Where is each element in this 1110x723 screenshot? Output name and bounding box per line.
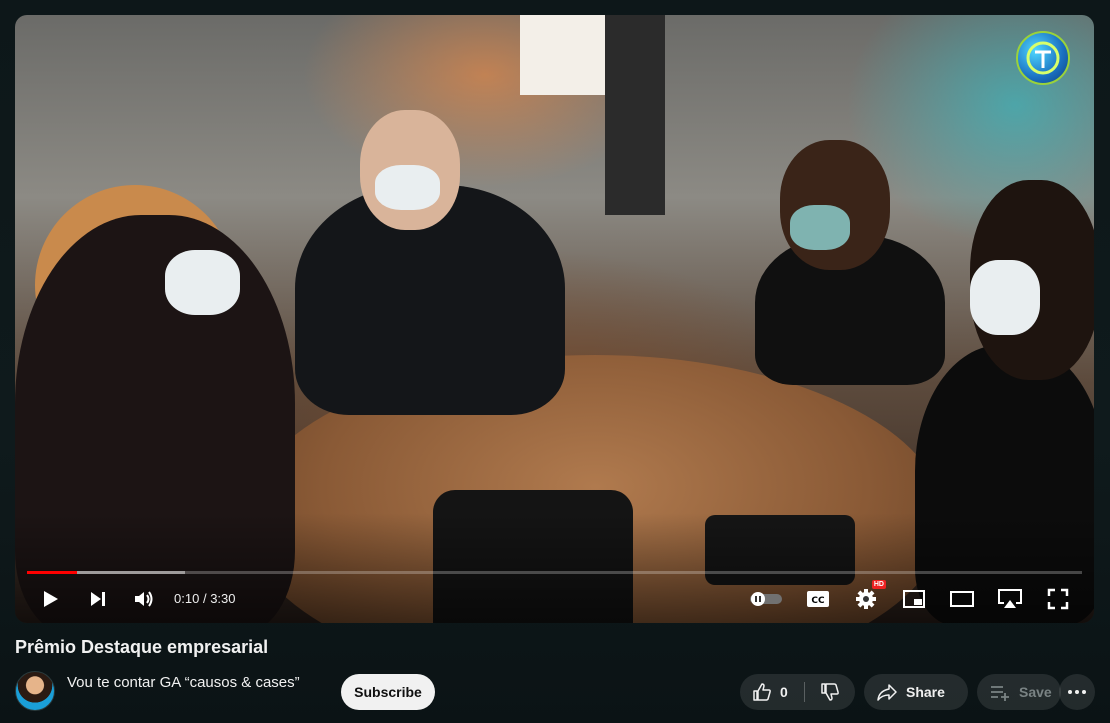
video-player[interactable]: 0:10 / 3:30 CC HD: [15, 15, 1094, 623]
fullscreen-icon: [1047, 588, 1069, 610]
scene-person: [780, 140, 890, 270]
save-button[interactable]: Save: [977, 674, 1061, 710]
share-button[interactable]: Share: [864, 674, 968, 710]
autoplay-toggle-icon: [750, 592, 782, 606]
watermark-icon: [1026, 41, 1060, 75]
captions-button[interactable]: CC: [804, 583, 832, 615]
channel-name[interactable]: Vou te contar GA “causos & cases”: [67, 674, 300, 691]
scene-mask: [790, 205, 850, 250]
subscribe-button[interactable]: Subscribe: [341, 674, 435, 710]
channel-watermark-logo[interactable]: [1016, 31, 1070, 85]
svg-text:CC: CC: [811, 596, 825, 606]
thumbs-down-icon: [821, 683, 839, 701]
play-button[interactable]: [35, 583, 65, 615]
volume-button[interactable]: [129, 583, 159, 615]
fullscreen-button[interactable]: [1044, 583, 1072, 615]
playlist-add-icon: [991, 686, 1009, 701]
airplay-icon: [998, 589, 1022, 608]
settings-button[interactable]: HD: [852, 580, 886, 615]
miniplayer-icon: [903, 590, 925, 608]
like-dislike-group: 0: [740, 674, 855, 710]
share-label: Share: [906, 684, 945, 700]
scene-pillar: [605, 15, 665, 215]
like-count: 0: [780, 684, 788, 700]
scene-light-panel: [520, 15, 605, 95]
player-controls: 0:10 / 3:30 CC HD: [15, 580, 1094, 615]
scene-mask: [165, 250, 240, 315]
time-total: 3:30: [210, 591, 236, 606]
thumbs-up-icon: [753, 683, 771, 701]
like-button[interactable]: 0: [740, 674, 804, 710]
channel-row: Vou te contar GA “causos & cases” Subscr…: [15, 671, 1095, 711]
autoplay-toggle[interactable]: [748, 583, 784, 615]
play-icon: [44, 591, 58, 607]
next-button[interactable]: [83, 583, 113, 615]
volume-icon: [135, 591, 153, 607]
theater-icon: [950, 591, 974, 607]
scene-mask: [375, 165, 440, 210]
progress-played: [27, 571, 78, 574]
more-actions-button[interactable]: [1059, 674, 1095, 710]
airplay-button[interactable]: [996, 583, 1024, 615]
miniplayer-button[interactable]: [900, 583, 928, 615]
time-current: 0:10: [174, 591, 200, 606]
next-icon: [91, 592, 105, 606]
time-separator: /: [202, 591, 207, 606]
share-icon: [877, 684, 897, 701]
theater-mode-button[interactable]: [948, 583, 976, 615]
time-display: 0:10 / 3:30: [174, 591, 236, 606]
save-label: Save: [1019, 684, 1052, 700]
video-title: Prêmio Destaque empresarial: [15, 637, 269, 657]
scene-mask: [970, 260, 1040, 335]
gear-icon: [856, 589, 876, 609]
progress-bar[interactable]: [27, 571, 1082, 574]
dislike-button[interactable]: [805, 674, 855, 710]
cc-icon: CC: [807, 591, 829, 607]
channel-avatar[interactable]: [15, 671, 55, 711]
more-horizontal-icon: [1068, 690, 1086, 694]
hd-badge: HD: [871, 580, 886, 589]
